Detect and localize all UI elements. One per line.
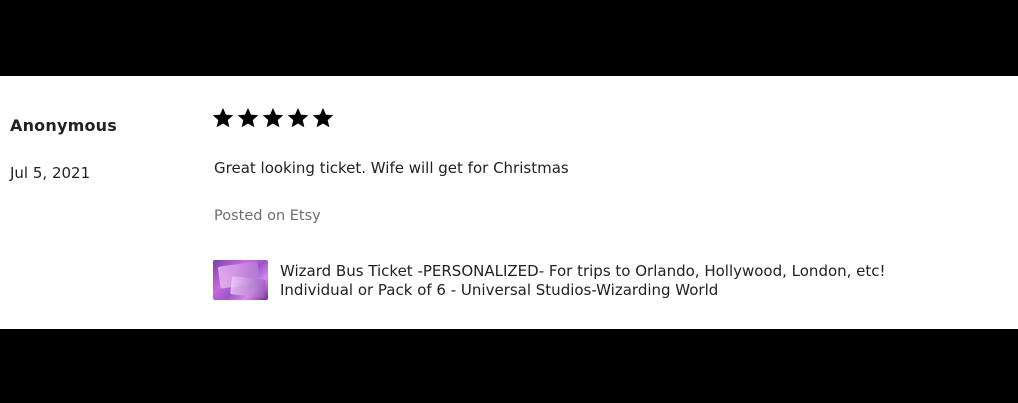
star-icon [262,107,284,129]
review-source: Posted on Etsy [214,208,321,224]
reviewer-name: Anonymous [10,116,117,135]
star-icon [312,107,334,129]
star-icon [237,107,259,129]
letterbox-top [0,0,1018,76]
star-rating [212,107,334,129]
product-thumbnail[interactable] [213,260,268,300]
product-link[interactable]: Wizard Bus Ticket -PERSONALIZED- For tri… [213,260,980,300]
review-text: Great looking ticket. Wife will get for … [214,159,569,177]
review-card: Anonymous Jul 5, 2021 Great looking tick… [0,76,1018,329]
review-date: Jul 5, 2021 [10,164,91,182]
product-title-line-1[interactable]: Wizard Bus Ticket -PERSONALIZED- For tri… [280,262,980,281]
product-title-line-2[interactable]: Individual or Pack of 6 - Universal Stud… [280,281,980,300]
star-icon [287,107,309,129]
star-icon [212,107,234,129]
letterbox-bottom [0,329,1018,403]
product-title[interactable]: Wizard Bus Ticket -PERSONALIZED- For tri… [280,262,980,300]
